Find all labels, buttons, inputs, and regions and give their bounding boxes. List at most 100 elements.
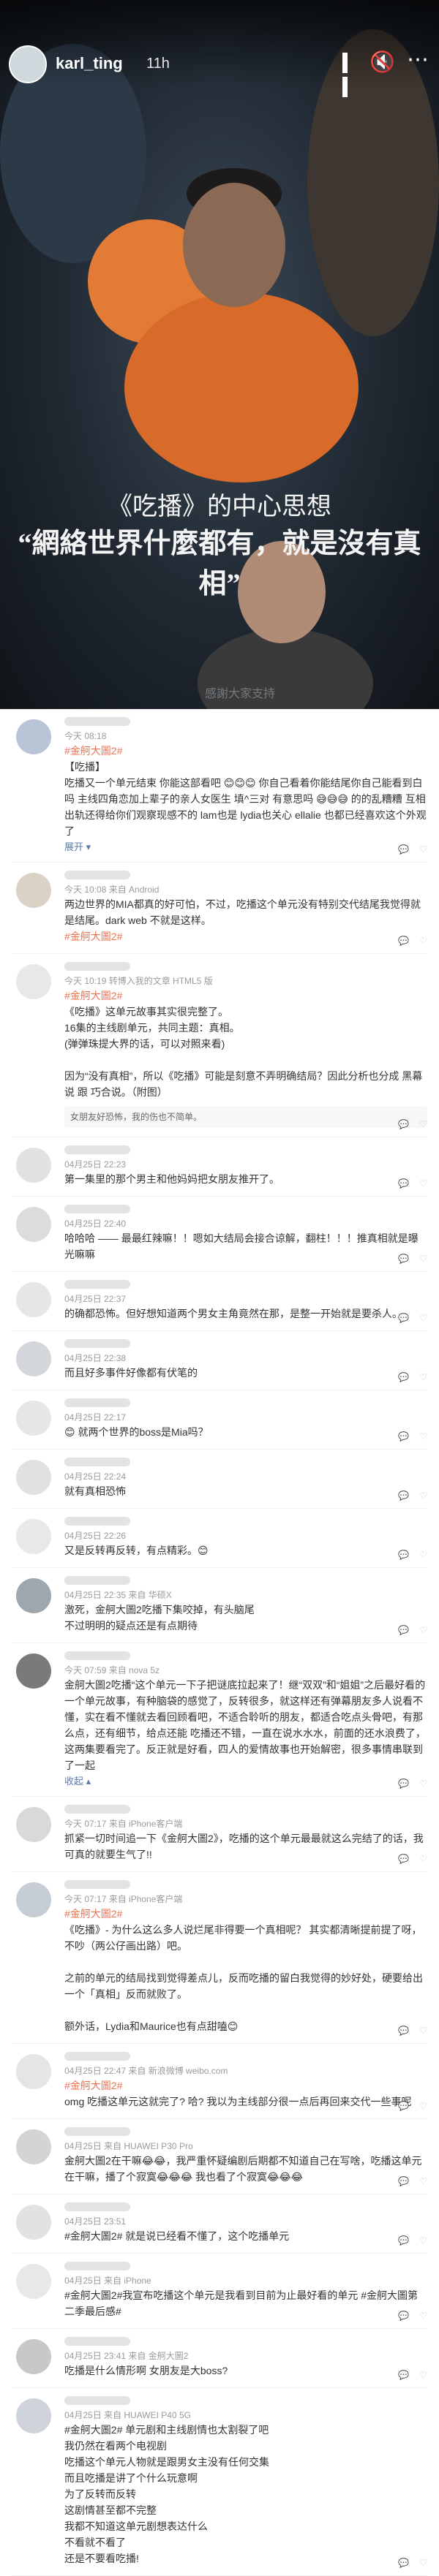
like-icon[interactable]: ♡	[419, 1431, 427, 1442]
avatar[interactable]	[16, 1207, 51, 1242]
like-icon[interactable]: ♡	[419, 1178, 427, 1189]
hashtag-link[interactable]: #金舸大圖2#	[64, 1906, 427, 1922]
like-icon[interactable]: ♡	[419, 1778, 427, 1789]
comment-item[interactable]: 今天 10:08 来自 Android 两边世界的MIA都真的好可怕，不过，吃播这…	[12, 863, 427, 954]
reply-icon[interactable]: 💬	[398, 2311, 409, 2321]
like-icon[interactable]: ♡	[419, 2235, 427, 2246]
avatar[interactable]	[16, 1148, 51, 1183]
like-icon[interactable]: ♡	[419, 1854, 427, 1864]
comment-item[interactable]: 04月25日 23:51 #金舸大圖2# 就是说已经看不懂了，这个吃播单元 💬 ♡	[12, 2194, 427, 2254]
comment-text: 金舸大圖2在干嘛😂😂，我严重怀疑编剧后期都不知道自己在写啥，吃播这单元在干嘛，播…	[64, 2155, 422, 2183]
avatar[interactable]	[16, 1882, 51, 1917]
comment-item[interactable]: 04月25日 22:35 来自 华硕X 激死，金舸大圖2吃播下集咬掉，有头脑尾 不…	[12, 1568, 427, 1643]
like-icon[interactable]: ♡	[419, 1119, 427, 1129]
comment-item[interactable]: 04月25日 22:38 而且好多事件好像都有伏笔的 💬 ♡	[12, 1331, 427, 1390]
reply-icon[interactable]: 💬	[398, 936, 409, 946]
reply-icon[interactable]: 💬	[398, 1431, 409, 1442]
hashtag-link[interactable]: #金舸大圖2#	[64, 2077, 427, 2094]
like-icon[interactable]: ♡	[419, 936, 427, 946]
comment-item[interactable]: 04月25日 22:40 哈哈哈 —— 最最红辣嘛！！嗯如大结局会接合谅解，翻柱！…	[12, 1197, 427, 1272]
reply-icon[interactable]: 💬	[398, 1119, 409, 1129]
comment-item[interactable]: 04月25日 来自 HUAWEI P40 5G #金舸大圖2# 单元剧和主线剧情也…	[12, 2388, 427, 2576]
avatar[interactable]	[16, 2264, 51, 2299]
reply-icon[interactable]: 💬	[398, 1490, 409, 1501]
like-icon[interactable]: ♡	[419, 1490, 427, 1501]
comment-actions: 💬 ♡	[388, 2235, 427, 2246]
reply-icon[interactable]: 💬	[398, 2370, 409, 2380]
reply-icon[interactable]: 💬	[398, 844, 409, 855]
comment-text: 抓紧一切时间追一下《金舸大圖2》，吃播的这个单元最最就这么完结了的话，我可真的就…	[64, 1833, 424, 1860]
avatar[interactable]	[16, 1282, 51, 1317]
avatar[interactable]	[16, 2339, 51, 2374]
avatar[interactable]	[16, 1519, 51, 1554]
avatar[interactable]	[16, 873, 51, 908]
hashtag-link[interactable]: #金舸大圖2#	[64, 743, 427, 759]
reply-icon[interactable]: 💬	[398, 1178, 409, 1189]
avatar[interactable]	[16, 1807, 51, 1842]
like-icon[interactable]: ♡	[419, 2101, 427, 2111]
more-options-icon[interactable]: ⋯	[407, 47, 429, 73]
hashtag-link[interactable]: #金舸大圖2#	[64, 928, 427, 944]
comment-text: 哈哈哈 —— 最最红辣嘛！！嗯如大结局会接合谅解，翻柱！！！推真相就是曝光嘛嘛	[64, 1232, 419, 1260]
comment-item[interactable]: 04月25日 23:41 来自 金舸大圖2 吃播是什么情形啊 女朋友是大boss?…	[12, 2329, 427, 2388]
mute-icon[interactable]: 🔇	[369, 51, 395, 73]
comment-item[interactable]: 04月25日 22:24 就有真相恐怖 💬 ♡	[12, 1450, 427, 1509]
comment-item[interactable]: 今天 07:59 来自 nova 5z 金舸大圖2吃播“这个单元一下子把谜底拉起来…	[12, 1643, 427, 1797]
avatar[interactable]	[16, 2398, 51, 2433]
reply-icon[interactable]: 💬	[398, 2026, 409, 2036]
comment-item[interactable]: 今天 07:17 来自 iPhone客户端 抓紧一切时间追一下《金舸大圖2》，吃播…	[12, 1797, 427, 1872]
reply-icon[interactable]: 💬	[398, 1625, 409, 1635]
like-icon[interactable]: ♡	[419, 1254, 427, 1264]
avatar[interactable]	[16, 1341, 51, 1376]
like-icon[interactable]: ♡	[419, 2026, 427, 2036]
avatar[interactable]	[16, 2129, 51, 2164]
comment-item[interactable]: 04月25日 来自 iPhone #金舸大圖2#我宣布吃播这个单元是我看到目前为止…	[12, 2254, 427, 2329]
like-icon[interactable]: ♡	[419, 2311, 427, 2321]
reply-icon[interactable]: 💬	[398, 1854, 409, 1864]
story-username[interactable]: karl_ting	[56, 54, 123, 73]
avatar[interactable]	[16, 1460, 51, 1495]
reply-icon[interactable]: 💬	[398, 1778, 409, 1789]
like-icon[interactable]: ♡	[419, 2370, 427, 2380]
avatar[interactable]	[16, 1401, 51, 1436]
avatar[interactable]	[16, 2205, 51, 2240]
comment-item[interactable]: 04月25日 22:17 😊 就两个世界的boss是Mia吗？ 💬 ♡	[12, 1390, 427, 1450]
reply-icon[interactable]: 💬	[398, 1313, 409, 1323]
like-icon[interactable]: ♡	[419, 2176, 427, 2186]
reply-icon[interactable]: 💬	[398, 1372, 409, 1382]
pause-icon[interactable]	[342, 53, 359, 97]
comment-meta: 04月25日 22:17	[64, 1412, 127, 1423]
like-icon[interactable]: ♡	[419, 1625, 427, 1635]
comment-item[interactable]: 04月25日 22:47 来自 新浪微博 weibo.com #金舸大圖2# omg…	[12, 2044, 427, 2119]
reply-icon[interactable]: 💬	[398, 2101, 409, 2111]
reply-icon[interactable]: 💬	[398, 1550, 409, 1560]
avatar[interactable]	[16, 719, 51, 754]
expand-toggle[interactable]: 收起 ▴	[64, 1773, 427, 1787]
like-icon[interactable]: ♡	[419, 2558, 427, 2568]
comment-item[interactable]: 04月25日 来自 HUAWEI P30 Pro 金舸大圖2在干嘛😂😂，我严重怀疑…	[12, 2119, 427, 2194]
comment-actions: 💬 ♡	[388, 2101, 427, 2111]
reply-icon[interactable]: 💬	[398, 2558, 409, 2568]
comment-item[interactable]: 04月25日 22:26 又是反转再反转，有点精彩。😊 💬 ♡	[12, 1509, 427, 1568]
avatar[interactable]	[16, 1653, 51, 1689]
like-icon[interactable]: ♡	[419, 1313, 427, 1323]
expand-toggle[interactable]: 展开 ▾	[64, 839, 427, 853]
comment-item[interactable]: 今天 08:18 #金舸大圖2# 【吃播】 吃播又一个单元结束 你能这部看吧 😊😊😊…	[12, 709, 427, 863]
like-icon[interactable]: ♡	[419, 1550, 427, 1560]
comment-item[interactable]: 今天 07:17 来自 iPhone客户端 #金舸大圖2# 《吃播》- 为什么这么多…	[12, 1872, 427, 2044]
reply-icon[interactable]: 💬	[398, 2176, 409, 2186]
reply-icon[interactable]: 💬	[398, 2235, 409, 2246]
comment-item[interactable]: 今天 10:19 转博入我的文章 HTML5 版 #金舸大圖2# 《吃播》这单元故事…	[12, 954, 427, 1137]
avatar[interactable]	[16, 2054, 51, 2089]
comment-item[interactable]: 04月25日 22:37 的确都恐怖。但好想知道两个男女主角竟然在那，是整一开始就…	[12, 1272, 427, 1331]
reply-icon[interactable]: 💬	[398, 1254, 409, 1264]
username-blurred	[64, 1651, 130, 1660]
like-icon[interactable]: ♡	[419, 844, 427, 855]
like-icon[interactable]: ♡	[419, 1372, 427, 1382]
avatar[interactable]	[16, 1578, 51, 1613]
avatar[interactable]	[16, 964, 51, 999]
comment-item[interactable]: 04月25日 22:23 第一集里的那个男主和他妈妈把女朋友推开了。 💬 ♡	[12, 1137, 427, 1197]
avatar[interactable]	[9, 45, 47, 83]
hashtag-link[interactable]: #金舸大圖2#	[64, 988, 427, 1004]
comment-text: 《吃播》这单元故事其实很完整了。 16集的主线剧单元，共同主题：真相。 (弹弹珠…	[64, 1006, 423, 1098]
